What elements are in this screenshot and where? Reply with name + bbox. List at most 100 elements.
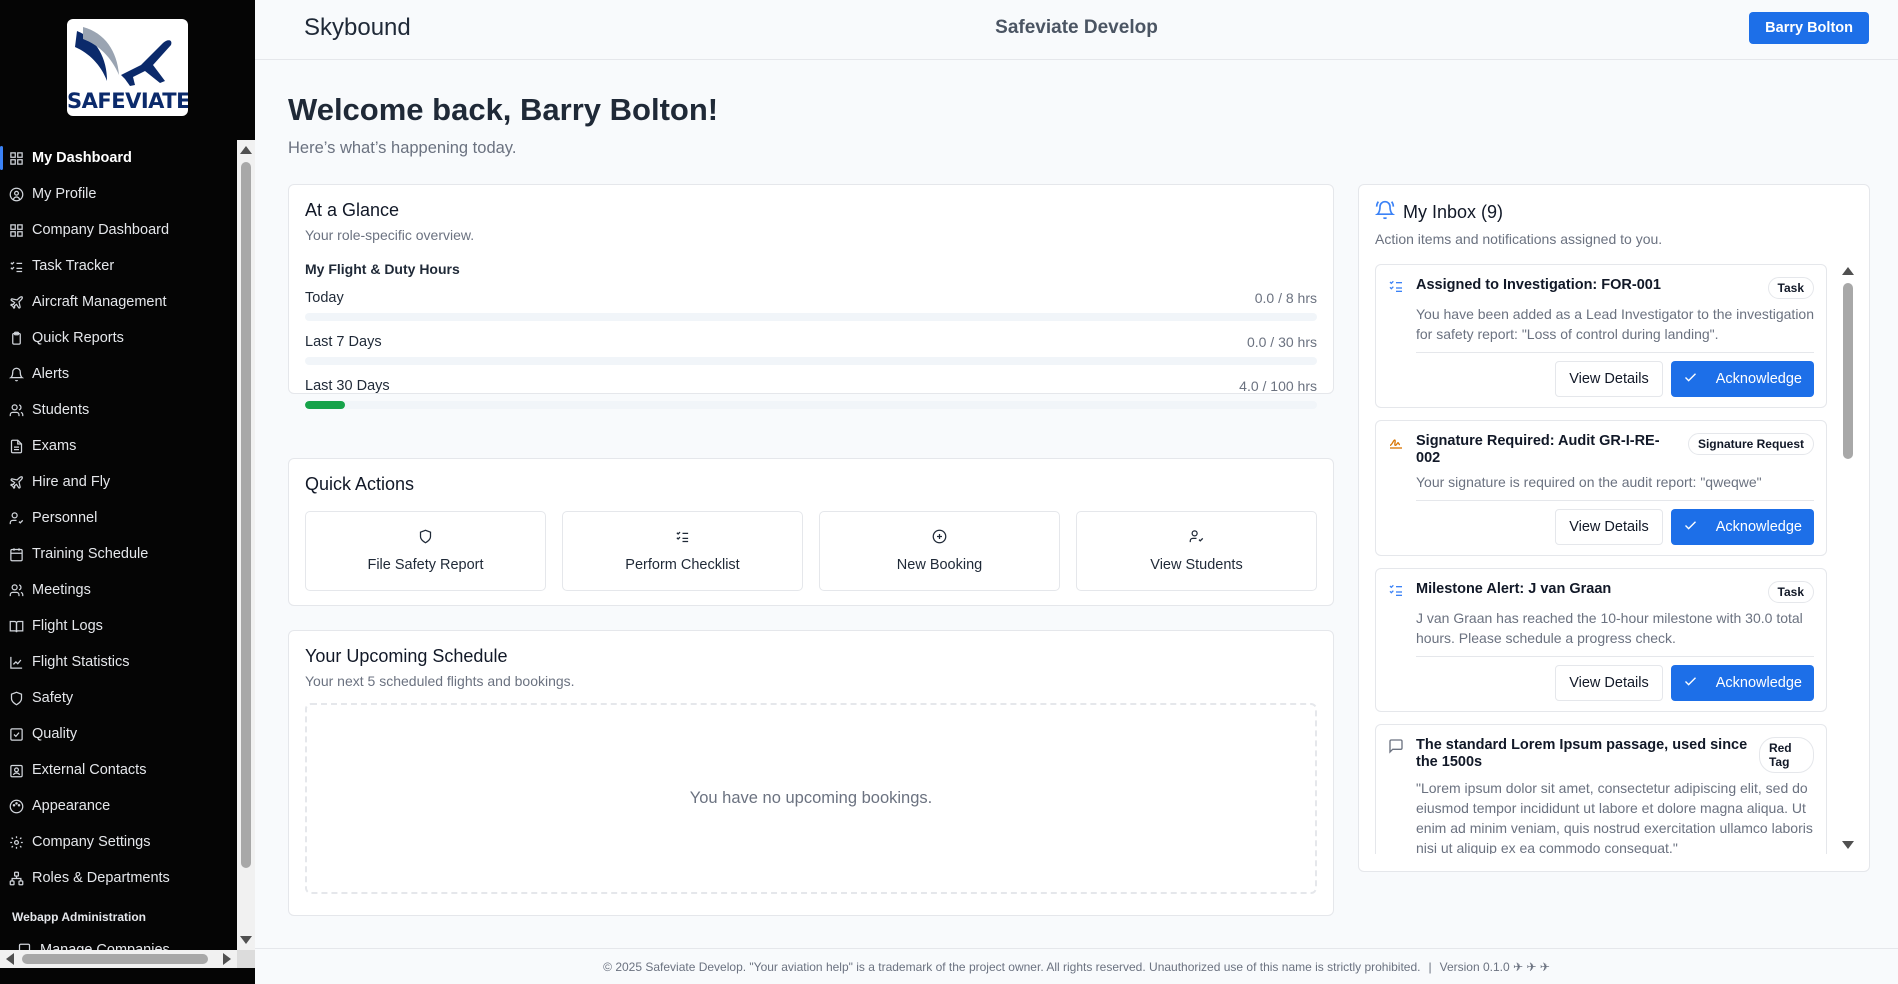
card-subtitle: Your role-specific overview. bbox=[305, 227, 475, 243]
scroll-right-arrow-icon[interactable] bbox=[223, 953, 231, 965]
sidebar-vertical-scrollbar[interactable] bbox=[237, 140, 255, 950]
bell-ring-icon bbox=[1374, 200, 1396, 225]
view-details-button[interactable]: View Details bbox=[1555, 509, 1663, 545]
quick-actions-card: Quick Actions File Safety Report Perform … bbox=[288, 458, 1334, 606]
sidebar-item-label: Personnel bbox=[32, 510, 98, 526]
top-header: Skybound Safeviate Develop Barry Bolton bbox=[255, 0, 1898, 60]
inbox-message[interactable]: Assigned to Investigation: FOR-001 Task Yo… bbox=[1375, 264, 1827, 408]
user-check-icon bbox=[1189, 529, 1204, 548]
organization-name: Safeviate Develop bbox=[995, 17, 1158, 38]
duty-period-label: Last 30 Days bbox=[305, 378, 390, 394]
palette-icon bbox=[9, 799, 24, 814]
sidebar-item-quick-reports[interactable]: Quick Reports bbox=[0, 320, 237, 356]
sidebar-item-label: Training Schedule bbox=[32, 546, 149, 562]
duty-hours-value: 0.0 / 30 hrs bbox=[1246, 334, 1317, 350]
scrollbar-thumb[interactable] bbox=[22, 954, 208, 964]
sidebar-item-meetings[interactable]: Meetings bbox=[0, 572, 237, 608]
scroll-down-arrow-icon[interactable] bbox=[240, 936, 252, 944]
list-check-icon bbox=[1388, 278, 1404, 294]
inbox-card: My Inbox (9) Action items and notificati… bbox=[1358, 184, 1870, 872]
user-menu-button[interactable]: Barry Bolton bbox=[1749, 12, 1869, 44]
card-subtitle: Action items and notifications assigned … bbox=[1375, 231, 1663, 247]
user-check-icon bbox=[9, 511, 24, 526]
action-label: New Booking bbox=[896, 557, 983, 573]
acknowledge-button[interactable]: Acknowledge bbox=[1670, 509, 1814, 545]
sidebar-item-label: My Dashboard bbox=[32, 150, 132, 166]
scroll-left-arrow-icon[interactable] bbox=[6, 953, 14, 965]
message-type-badge: Red Tag bbox=[1758, 737, 1814, 773]
acknowledge-button[interactable]: Acknowledge bbox=[1670, 665, 1814, 701]
sidebar-item-my-profile[interactable]: My Profile bbox=[0, 176, 237, 212]
message-icon bbox=[1388, 738, 1404, 754]
duty-hours-heading: My Flight & Duty Hours bbox=[305, 261, 460, 277]
inbox-scrollbar[interactable] bbox=[1841, 265, 1855, 851]
file-safety-report-button[interactable]: File Safety Report bbox=[305, 511, 546, 591]
sidebar-item-students[interactable]: Students bbox=[0, 392, 237, 428]
message-body: "Lorem ipsum dolor sit amet, consectetur… bbox=[1416, 780, 1813, 854]
sidebar-item-safety[interactable]: Safety bbox=[0, 680, 237, 716]
message-type-badge: Task bbox=[1767, 581, 1814, 603]
sidebar-item-company-settings[interactable]: Company Settings bbox=[0, 824, 237, 860]
view-students-button[interactable]: View Students bbox=[1076, 511, 1317, 591]
inbox-message[interactable]: Milestone Alert: J van Graan Task J van Gr… bbox=[1375, 568, 1827, 712]
new-booking-button[interactable]: New Booking bbox=[819, 511, 1060, 591]
sidebar-item-appearance[interactable]: Appearance bbox=[0, 788, 237, 824]
sidebar-item-roles-departments[interactable]: Roles & Departments bbox=[0, 860, 237, 896]
scrollbar-thumb[interactable] bbox=[241, 162, 251, 868]
view-details-button[interactable]: View Details bbox=[1555, 361, 1663, 397]
sidebar-item-task-tracker[interactable]: Task Tracker bbox=[0, 248, 237, 284]
sidebar-item-label: My Profile bbox=[32, 186, 97, 202]
sidebar-item-hire-and-fly[interactable]: Hire and Fly bbox=[0, 464, 237, 500]
sidebar-section-label: Webapp Administration bbox=[12, 910, 147, 924]
sidebar-item-label: Aircraft Management bbox=[32, 294, 167, 310]
sidebar-item-external-contacts[interactable]: External Contacts bbox=[0, 752, 237, 788]
user-circle-icon bbox=[9, 187, 24, 202]
sidebar-item-label: Quick Reports bbox=[32, 330, 124, 346]
sidebar-item-manage-companies[interactable]: Manage Companies bbox=[0, 932, 237, 950]
sidebar-item-label: Safety bbox=[32, 690, 74, 706]
grid-icon bbox=[9, 223, 24, 238]
inbox-message[interactable]: Signature Required: Audit GR-I-RE-002 Sig… bbox=[1375, 420, 1827, 556]
sidebar-item-training-schedule[interactable]: Training Schedule bbox=[0, 536, 237, 572]
perform-checklist-button[interactable]: Perform Checklist bbox=[562, 511, 803, 591]
sidebar-item-personnel[interactable]: Personnel bbox=[0, 500, 237, 536]
sidebar-nav: My Dashboard My Profile Company Dashboard T… bbox=[0, 140, 237, 950]
sidebar-item-alerts[interactable]: Alerts bbox=[0, 356, 237, 392]
sidebar-item-my-dashboard[interactable]: My Dashboard bbox=[0, 140, 237, 176]
gear-icon bbox=[9, 835, 24, 850]
card-title: Your Upcoming Schedule bbox=[305, 646, 508, 666]
at-a-glance-card: At a Glance Your role-specific overview.… bbox=[288, 184, 1334, 409]
sidebar-item-aircraft-management[interactable]: Aircraft Management bbox=[0, 284, 237, 320]
plane-icon bbox=[9, 475, 24, 490]
sidebar-item-quality[interactable]: Quality bbox=[0, 716, 237, 752]
sidebar-item-exams[interactable]: Exams bbox=[0, 428, 237, 464]
scroll-down-arrow-icon[interactable] bbox=[1842, 841, 1854, 849]
sidebar-item-company-dashboard[interactable]: Company Dashboard bbox=[0, 212, 237, 248]
main-content: Welcome back, Barry Bolton! Here’s what’… bbox=[255, 60, 1898, 948]
view-details-button[interactable]: View Details bbox=[1555, 665, 1663, 701]
message-title: Assigned to Investigation: FOR-001 bbox=[1416, 277, 1661, 293]
empty-state: You have no upcoming bookings. bbox=[305, 703, 1317, 894]
upcoming-schedule-card: Your Upcoming Schedule Your next 5 sched… bbox=[288, 630, 1334, 916]
sidebar-item-label: Appearance bbox=[32, 798, 111, 814]
users-icon bbox=[9, 583, 24, 598]
sidebar-horizontal-scrollbar[interactable] bbox=[0, 950, 237, 968]
inbox-message[interactable]: The standard Lorem Ipsum passage, used s… bbox=[1375, 724, 1827, 854]
list-check-icon bbox=[675, 529, 690, 548]
duty-progress-bar bbox=[305, 357, 1317, 365]
list-check-icon bbox=[9, 259, 24, 274]
sidebar-item-flight-logs[interactable]: Flight Logs bbox=[0, 608, 237, 644]
scrollbar-thumb[interactable] bbox=[1843, 283, 1853, 459]
message-type-badge: Task bbox=[1767, 277, 1814, 299]
company-logo[interactable]: SAFEVIATE bbox=[67, 19, 188, 116]
inbox-list[interactable]: Assigned to Investigation: FOR-001 Task Yo… bbox=[1375, 264, 1827, 854]
contact-icon bbox=[9, 763, 24, 778]
sidebar-item-flight-statistics[interactable]: Flight Statistics bbox=[0, 644, 237, 680]
scroll-up-arrow-icon[interactable] bbox=[1842, 267, 1854, 275]
check-icon bbox=[1683, 674, 1698, 693]
sidebar-item-label: Manage Companies bbox=[40, 942, 170, 950]
building-icon bbox=[17, 943, 32, 950]
scroll-up-arrow-icon[interactable] bbox=[240, 146, 252, 154]
logo-text: SAFEVIATE bbox=[67, 89, 188, 113]
acknowledge-button[interactable]: Acknowledge bbox=[1670, 361, 1814, 397]
